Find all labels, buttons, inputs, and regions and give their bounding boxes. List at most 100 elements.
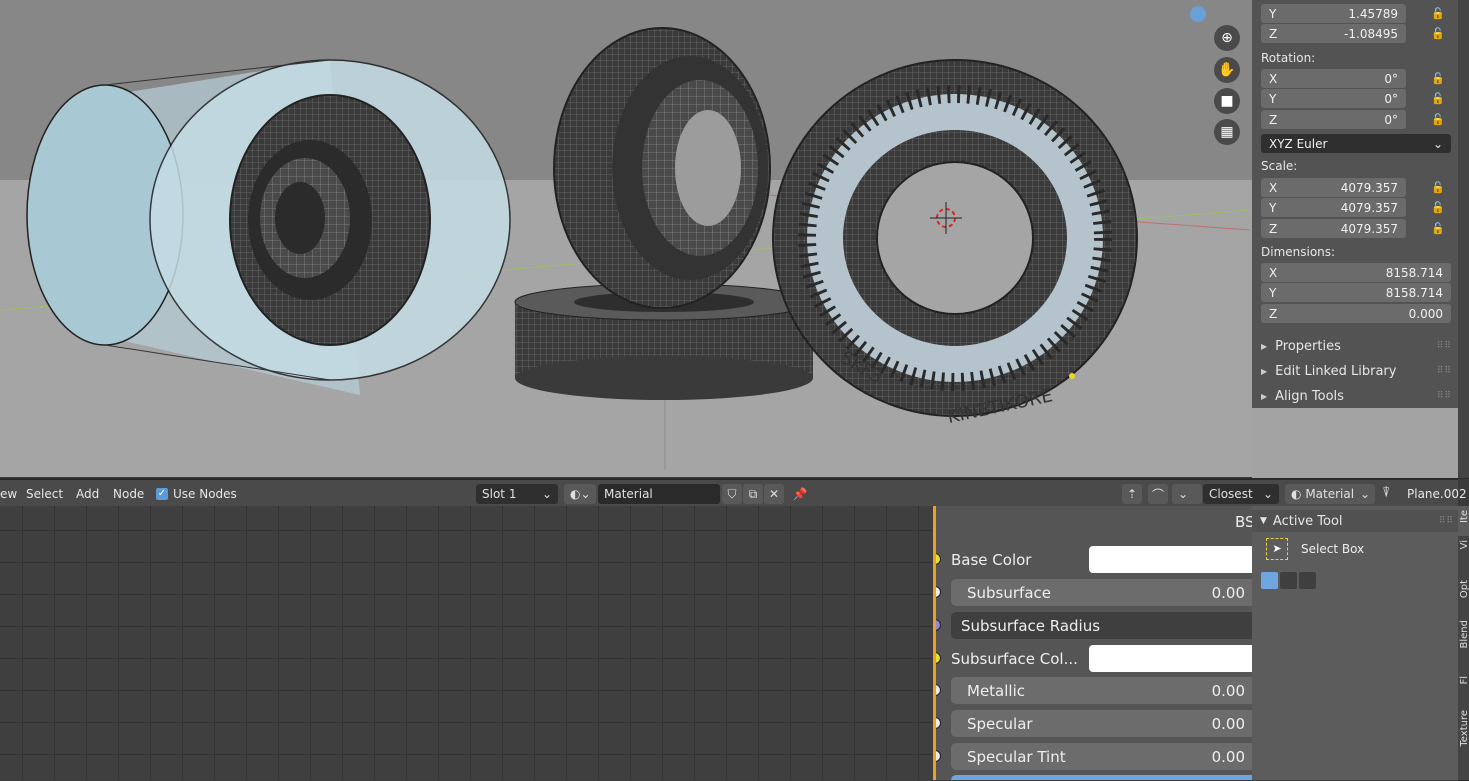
- metallic-field[interactable]: Metallic 0.00: [951, 677, 1252, 704]
- pin-icon[interactable]: 📌: [790, 484, 810, 504]
- snap-target-select[interactable]: ⌄: [1172, 484, 1202, 504]
- base-color-label: Base Color: [951, 551, 1032, 569]
- subsurface-color-socket[interactable]: [936, 652, 941, 664]
- tab-fl[interactable]: Fl: [1458, 672, 1469, 707]
- tab-item-top[interactable]: [1458, 0, 1469, 61]
- chevron-down-icon: ⌄: [541, 487, 552, 501]
- lock-icon[interactable]: 🔓: [1431, 27, 1445, 40]
- dimensions-label: Dimensions:: [1261, 245, 1336, 259]
- tab-tool-top[interactable]: [1458, 280, 1469, 479]
- subsurface-radius-socket[interactable]: [936, 619, 941, 631]
- location-y-field[interactable]: Y 1.45789: [1261, 4, 1406, 23]
- material-name-field[interactable]: Material: [598, 484, 720, 504]
- snap-element-select[interactable]: Closest ⌄: [1203, 484, 1279, 504]
- dimensions-z-field[interactable]: Z 0.000: [1261, 304, 1451, 323]
- material-browse-button[interactable]: ◐⌄: [564, 484, 596, 504]
- fake-user-shield-icon[interactable]: ⛉: [722, 484, 742, 504]
- active-tool-header[interactable]: ▼ Active Tool ⠿⠿: [1252, 510, 1458, 532]
- lock-icon[interactable]: 🔓: [1431, 113, 1445, 126]
- tool-name: Select Box: [1301, 542, 1365, 556]
- subsurface-socket[interactable]: [936, 586, 941, 598]
- specular-tint-field[interactable]: Specular Tint 0.00: [951, 743, 1252, 770]
- triangle-right-icon: ▶: [1261, 366, 1268, 376]
- 3d-viewport[interactable]: SKF3 KINETIKORE ⊕ ✋ ■ ▦: [0, 0, 1252, 477]
- lock-icon[interactable]: 🔓: [1431, 201, 1445, 214]
- dimensions-y-field[interactable]: Y 8158.714: [1261, 283, 1451, 302]
- scale-y-field[interactable]: Y 4079.357: [1261, 198, 1406, 217]
- next-field-partial[interactable]: [951, 775, 1252, 780]
- scale-z-field[interactable]: Z 4079.357: [1261, 219, 1406, 238]
- active-tool-panel: ▼ Active Tool ⠿⠿ ➤ Select Box: [1252, 506, 1458, 780]
- metallic-socket[interactable]: [936, 684, 941, 696]
- triangle-down-icon: ▼: [1260, 516, 1267, 526]
- chevron-down-icon: ⌄: [1262, 487, 1273, 501]
- drag-handle-icon[interactable]: ⠿⠿: [1437, 366, 1452, 376]
- shading-select[interactable]: ◐ Material ⌄: [1285, 484, 1375, 504]
- tab-blend[interactable]: Blend: [1458, 616, 1469, 673]
- rotation-mode-select[interactable]: XYZ Euler ⌄: [1261, 134, 1451, 153]
- select-box-icon[interactable]: ➤: [1266, 538, 1288, 560]
- tab-item[interactable]: Ite: [1458, 506, 1469, 537]
- specular-tint-socket[interactable]: [936, 750, 941, 762]
- snap-magnet-icon[interactable]: ⌒: [1148, 484, 1168, 504]
- mode-new-icon[interactable]: [1261, 572, 1278, 589]
- slot-select[interactable]: Slot 1 ⌄: [476, 484, 558, 504]
- chevron-down-icon: ⌄: [1432, 136, 1443, 151]
- lock-icon[interactable]: 🔓: [1431, 7, 1445, 20]
- base-color-swatch[interactable]: [1089, 546, 1252, 573]
- properties-section[interactable]: ▶ Properties ⠿⠿: [1261, 335, 1456, 357]
- specular-socket[interactable]: [936, 717, 941, 729]
- menu-node[interactable]: Node: [113, 487, 144, 501]
- align-tools-section[interactable]: ▶ Align Tools ⠿⠿: [1261, 385, 1456, 407]
- subsurface-field[interactable]: Subsurface 0.00: [951, 579, 1252, 606]
- rotation-z-field[interactable]: Z 0°: [1261, 110, 1406, 129]
- edit-linked-library-section[interactable]: ▶ Edit Linked Library ⠿⠿: [1261, 360, 1456, 382]
- chevron-down-icon: ⌄: [1359, 487, 1370, 501]
- menu-view[interactable]: ew: [0, 487, 17, 501]
- menu-select[interactable]: Select: [26, 487, 63, 501]
- scale-label: Scale:: [1261, 159, 1298, 173]
- menu-add[interactable]: Add: [76, 487, 99, 501]
- location-z-field[interactable]: Z -1.08495: [1261, 24, 1406, 43]
- lock-icon[interactable]: 🔓: [1431, 92, 1445, 105]
- base-color-socket[interactable]: [936, 553, 941, 565]
- subsurface-color-swatch[interactable]: [1089, 645, 1252, 672]
- specular-field[interactable]: Specular 0.00: [951, 710, 1252, 737]
- parent-arrow-icon[interactable]: ⇡: [1122, 484, 1142, 504]
- hand-pan-icon[interactable]: ✋: [1214, 57, 1240, 83]
- close-icon[interactable]: ✕: [764, 484, 784, 504]
- scale-x-field[interactable]: X 4079.357: [1261, 178, 1406, 197]
- triangle-right-icon: ▶: [1261, 341, 1268, 351]
- rotation-x-field[interactable]: X 0°: [1261, 69, 1406, 88]
- rotation-label: Rotation:: [1261, 51, 1316, 65]
- tab-options[interactable]: Opt: [1458, 576, 1469, 617]
- duplicate-icon[interactable]: ⧉: [743, 484, 763, 504]
- drag-handle-icon[interactable]: ⠿⠿: [1437, 341, 1452, 351]
- mode-subtract-icon[interactable]: [1299, 572, 1316, 589]
- cylinder-object: [26, 59, 511, 395]
- viewport-scene: SKF3 KINETIKORE: [0, 0, 1252, 477]
- node-editor-canvas[interactable]: [0, 506, 935, 780]
- subsurface-radius-field[interactable]: Subsurface Radius: [951, 612, 1252, 639]
- tab-view-top[interactable]: [1458, 60, 1469, 281]
- lock-icon[interactable]: 🔓: [1431, 72, 1445, 85]
- ball-bearing-object: [553, 27, 771, 309]
- drag-handle-icon[interactable]: ⠿⠿: [1439, 516, 1454, 526]
- tab-texture[interactable]: Texture: [1458, 706, 1469, 781]
- tab-view[interactable]: Vi: [1458, 536, 1469, 577]
- rotation-y-field[interactable]: Y 0°: [1261, 89, 1406, 108]
- zoom-icon[interactable]: ⊕: [1214, 25, 1240, 51]
- node-title: BS: [1235, 513, 1252, 531]
- dimensions-x-field[interactable]: X 8158.714: [1261, 263, 1451, 282]
- perspective-grid-icon[interactable]: ▦: [1214, 119, 1240, 145]
- use-nodes-checkbox[interactable]: ✓: [156, 488, 168, 500]
- node-editor-header: ew Select Add Node ✓ Use Nodes Slot 1 ⌄ ◐…: [0, 478, 1467, 506]
- lock-icon[interactable]: 🔓: [1431, 222, 1445, 235]
- camera-icon[interactable]: ■: [1214, 88, 1240, 114]
- subsurface-color-label: Subsurface Col...: [951, 650, 1078, 668]
- lock-icon[interactable]: 🔓: [1431, 181, 1445, 194]
- principled-bsdf-node[interactable]: BS Base Color Subsurface 0.00 Subsurface …: [936, 506, 1252, 780]
- mode-extend-icon[interactable]: [1280, 572, 1297, 589]
- gizmo-dot[interactable]: [1190, 6, 1206, 22]
- drag-handle-icon[interactable]: ⠿⠿: [1437, 391, 1452, 401]
